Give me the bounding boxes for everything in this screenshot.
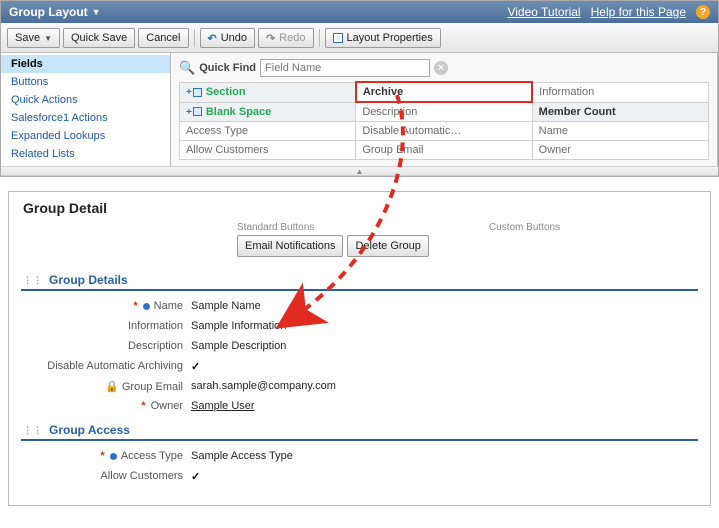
separator <box>194 29 195 47</box>
field-value: Sample Description <box>191 340 286 352</box>
help-link[interactable]: Help for this Page <box>591 5 686 19</box>
palette-field[interactable]: Description <box>356 102 532 122</box>
drag-handle-icon[interactable]: ⋮⋮ <box>23 275 43 286</box>
field-row[interactable]: * OwnerSample User <box>21 397 698 415</box>
help-icon[interactable]: ? <box>696 5 710 19</box>
sidebar-item-quick-actions[interactable]: Quick Actions <box>1 91 170 109</box>
field-row[interactable]: InformationSample Information <box>21 317 698 335</box>
separator <box>319 29 320 47</box>
field-label: * Owner <box>21 400 191 412</box>
field-label: Description <box>21 340 191 352</box>
field-row[interactable]: DescriptionSample Description <box>21 337 698 355</box>
section-header[interactable]: ⋮⋮Group Details <box>21 271 698 291</box>
palette-field[interactable]: +Section <box>180 82 356 102</box>
undo-button[interactable]: ↶Undo <box>200 28 256 48</box>
sidebar-item-related-lists[interactable]: Related Lists <box>1 145 170 163</box>
field-row[interactable]: 🔒Group Emailsarah.sample@company.com <box>21 377 698 395</box>
field-value <box>191 360 200 373</box>
field-label: 🔒Group Email <box>21 380 191 393</box>
check-icon <box>191 361 200 373</box>
sidebar-item-salesforce1-actions[interactable]: Salesforce1 Actions <box>1 109 170 127</box>
palette-field[interactable]: Allow Customers <box>180 141 356 160</box>
palette-field[interactable]: Group Email <box>356 141 532 160</box>
palette-field[interactable]: Owner <box>532 141 708 160</box>
field-label: Information <box>21 320 191 332</box>
caret-down-icon: ▼ <box>44 34 52 43</box>
field-value: sarah.sample@company.com <box>191 380 336 392</box>
quick-find-input[interactable] <box>260 59 430 77</box>
field-row[interactable]: Allow Customers <box>21 467 698 485</box>
component-type-list: FieldsButtonsQuick ActionsSalesforce1 Ac… <box>1 53 171 166</box>
field-palette: 🔍 Quick Find ✕ +SectionArchiveInformatio… <box>171 53 718 166</box>
section-header[interactable]: ⋮⋮Group Access <box>21 421 698 441</box>
sidebar-item-fields[interactable]: Fields <box>1 55 170 73</box>
undo-icon: ↶ <box>208 32 217 45</box>
palette-field[interactable]: +Blank Space <box>180 102 356 122</box>
palette-field[interactable]: Access Type <box>180 122 356 141</box>
blue-dot-icon <box>110 453 117 460</box>
search-icon: 🔍 <box>179 60 195 76</box>
redo-button[interactable]: ↷Redo <box>258 28 314 48</box>
palette-field[interactable]: Disable Automatic… <box>356 122 532 141</box>
drag-handle-icon[interactable]: ⋮⋮ <box>23 425 43 436</box>
quick-save-button[interactable]: Quick Save <box>63 28 135 48</box>
email-notifications-button[interactable]: Email Notifications <box>237 235 343 257</box>
delete-group-button[interactable]: Delete Group <box>347 235 428 257</box>
field-label: * Access Type <box>21 450 191 462</box>
check-icon <box>191 471 200 483</box>
layout-canvas: Group Detail Standard Buttons Email Noti… <box>8 191 711 506</box>
field-label: Allow Customers <box>21 470 191 482</box>
blue-dot-icon <box>143 303 150 310</box>
sidebar-item-expanded-lookups[interactable]: Expanded Lookups <box>1 127 170 145</box>
field-value: Sample Information <box>191 320 286 332</box>
palette-field[interactable]: Information <box>532 82 708 102</box>
sidebar-item-buttons[interactable]: Buttons <box>1 73 170 91</box>
field-row[interactable]: * NameSample Name <box>21 297 698 315</box>
cancel-button[interactable]: Cancel <box>138 28 188 48</box>
clear-icon[interactable]: ✕ <box>434 61 448 75</box>
standard-buttons-label: Standard Buttons <box>237 222 429 233</box>
toolbar: Save▼ Quick Save Cancel ↶Undo ↷Redo Layo… <box>1 23 718 53</box>
quick-find-label: Quick Find <box>199 62 256 74</box>
canvas-title: Group Detail <box>23 200 698 216</box>
collapse-handle[interactable]: ▲ <box>1 166 718 176</box>
redo-icon: ↷ <box>266 32 275 45</box>
layout-properties-icon <box>333 33 343 43</box>
save-button[interactable]: Save▼ <box>7 28 60 48</box>
field-label: * Name <box>21 300 191 312</box>
field-row[interactable]: Disable Automatic Archiving <box>21 357 698 375</box>
field-value: Sample Access Type <box>191 450 293 462</box>
palette-field[interactable]: Member Count <box>532 102 708 122</box>
video-tutorial-link[interactable]: Video Tutorial <box>507 5 580 19</box>
lock-icon: 🔒 <box>105 381 119 393</box>
caret-down-icon: ▼ <box>92 7 101 17</box>
field-label: Disable Automatic Archiving <box>21 360 191 372</box>
page-title[interactable]: Group Layout▼ <box>9 5 101 19</box>
layout-properties-button[interactable]: Layout Properties <box>325 28 441 48</box>
field-value <box>191 470 200 483</box>
palette-field[interactable]: Name <box>532 122 708 141</box>
field-value: Sample User <box>191 400 255 412</box>
custom-buttons-label: Custom Buttons <box>489 222 560 233</box>
field-row[interactable]: * Access TypeSample Access Type <box>21 447 698 465</box>
field-value: Sample Name <box>191 300 261 312</box>
palette-field[interactable]: Archive <box>356 82 532 102</box>
